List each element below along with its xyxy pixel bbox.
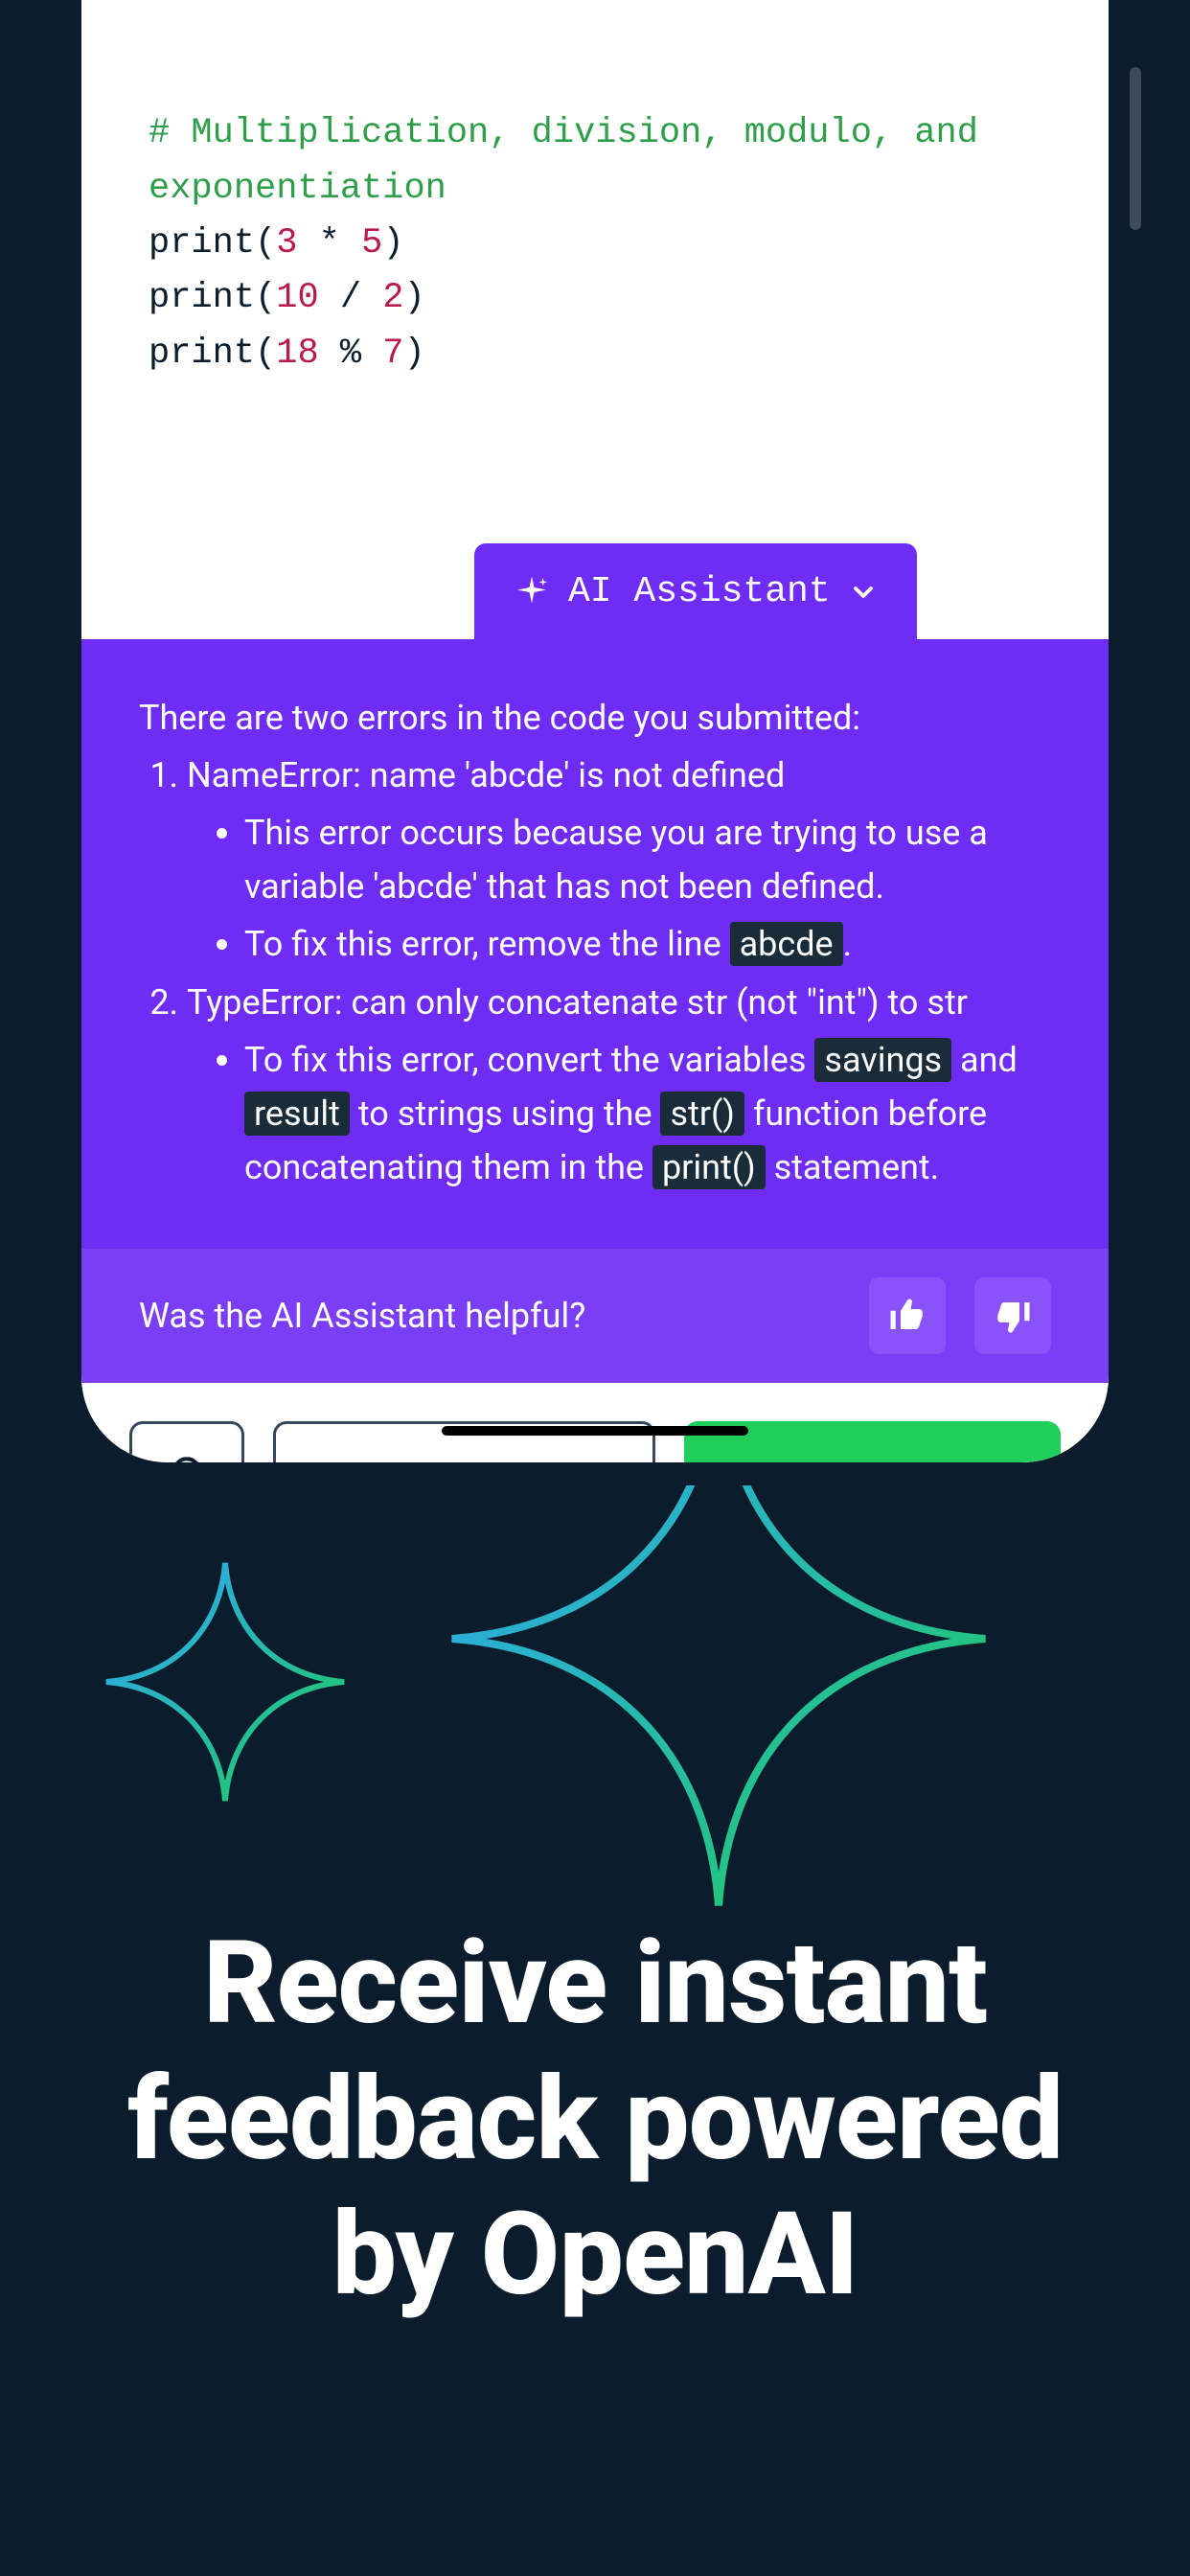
thumbs-up-button[interactable] [869,1277,946,1354]
sparkle-icon [513,573,551,611]
marketing-headline: Receive instant feedback powered by Open… [0,1917,1190,2324]
error-item-2: TypeError: can only concatenate str (not… [187,977,1051,1194]
code-chip: abcde [730,922,843,966]
error-1-bullet-1: This error occurs because you are trying… [244,807,1051,914]
sparkle-small-icon [96,1552,355,1811]
feedback-prompt: Was the AI Assistant helpful? [139,1296,585,1336]
chevron-down-icon [848,577,879,608]
ai-assistant-label: AI Assistant [568,564,831,621]
action-row: Run Code Submit [81,1383,1109,1462]
ai-assistant-panel: There are two errors in the code you sub… [81,639,1109,1248]
error-2-bullet-1: To fix this error, convert the variables… [244,1034,1051,1194]
thumbs-down-button[interactable] [974,1277,1051,1354]
phone-side-button [1130,67,1141,230]
feedback-bar: Was the AI Assistant helpful? [81,1249,1109,1383]
phone-frame: # Multiplication, division, modulo, and … [58,0,1132,1485]
submit-label: Submit [839,1456,962,1462]
thumbs-up-icon [887,1296,927,1336]
code-chip: result [244,1092,350,1136]
hint-button[interactable] [129,1421,244,1462]
home-indicator [442,1426,748,1436]
code-chip: print() [652,1145,766,1189]
code-line-2: print(10 / 2) [149,278,425,318]
code-comment: # Multiplication, division, modulo, and … [149,113,999,208]
run-code-label: Run Code [409,1456,575,1462]
code-chip: savings [814,1038,951,1082]
code-chip: str() [660,1092,744,1136]
code-line-1: print(3 * 5) [149,223,404,264]
ai-assistant-tab[interactable]: AI Assistant [474,543,917,642]
code-line-3: print(18 % 7) [149,334,425,374]
play-icon [354,1461,388,1462]
thumbs-down-icon [993,1296,1033,1336]
ai-intro-text: There are two errors in the code you sub… [139,692,1051,746]
error-1-bullet-2: To fix this error, remove the line abcde… [244,918,1051,972]
check-icon [782,1460,818,1462]
code-editor[interactable]: # Multiplication, division, modulo, and … [81,0,1109,639]
lightbulb-icon [163,1455,211,1462]
error-item-1: NameError: name 'abcde' is not defined T… [187,749,1051,971]
